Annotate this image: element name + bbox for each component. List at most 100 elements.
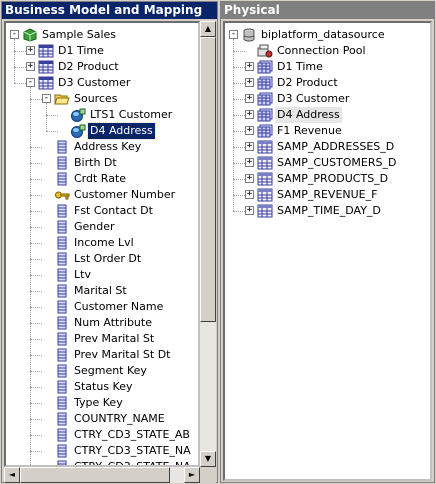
vertical-scroll-thumb[interactable] (200, 37, 216, 322)
business-model-tree-node[interactable]: Customer Name (6, 299, 198, 315)
business-model-tree-node[interactable]: Income Lvl (6, 235, 198, 251)
expand-icon[interactable]: + (245, 78, 254, 87)
collapse-icon[interactable]: - (42, 94, 51, 103)
expand-icon[interactable]: + (245, 126, 254, 135)
physical-tree-node-label[interactable]: SAMP_ADDRESSES_D (275, 139, 396, 155)
horizontal-scrollbar[interactable]: ◄ ► (4, 467, 200, 483)
business-model-tree-node-label[interactable]: Customer Number (72, 187, 177, 203)
business-model-tree-node[interactable]: Lst Order Dt (6, 251, 198, 267)
expand-icon[interactable]: + (245, 206, 254, 215)
business-model-tree-node[interactable]: - D3 Customer (6, 75, 198, 91)
business-model-tree-node-label[interactable]: Status Key (72, 379, 135, 395)
scroll-up-button[interactable]: ▲ (200, 21, 216, 37)
physical-tree-node[interactable]: + D4 Address (225, 107, 430, 123)
physical-tree-node[interactable]: Connection Pool (225, 43, 430, 59)
business-model-tree-node-label[interactable]: CTRY_CD3_STATE_NA (72, 459, 193, 465)
physical-tree-node[interactable]: + SAMP_TIME_DAY_D (225, 203, 430, 219)
physical-tree-node[interactable]: + SAMP_ADDRESSES_D (225, 139, 430, 155)
business-model-tree-node[interactable]: Segment Key (6, 363, 198, 379)
expand-icon[interactable]: + (245, 142, 254, 151)
physical-tree-node-label[interactable]: D3 Customer (275, 91, 351, 107)
business-model-tree[interactable]: - Sample Sales + D1 Time + D2 Product - D3 Cust… (4, 21, 200, 467)
business-model-tree-node[interactable]: CTRY_CD3_STATE_NA (6, 459, 198, 465)
business-model-tree-node[interactable]: Prev Marital St Dt (6, 347, 198, 363)
scroll-left-button[interactable]: ◄ (4, 467, 20, 483)
physical-tree-node-label[interactable]: SAMP_REVENUE_F (275, 187, 379, 203)
business-model-tree-node[interactable]: - Sources (6, 91, 198, 107)
physical-tree-node-label[interactable]: Connection Pool (275, 43, 368, 59)
business-model-tree-node-label[interactable]: Gender (72, 219, 117, 235)
business-model-tree-node[interactable]: + D1 Time (6, 43, 198, 59)
business-model-tree-node-label[interactable]: Marital St (72, 283, 129, 299)
business-model-tree-node[interactable]: - Sample Sales (6, 27, 198, 43)
business-model-tree-node-label[interactable]: Birth Dt (72, 155, 119, 171)
business-model-tree-node-label[interactable]: Income Lvl (72, 235, 136, 251)
business-model-tree-node-label[interactable]: Prev Marital St Dt (72, 347, 173, 363)
business-model-tree-node-label[interactable]: COUNTRY_NAME (72, 411, 167, 427)
physical-tree-node[interactable]: - biplatform_datasource (225, 27, 430, 43)
physical-tree-node[interactable]: + D3 Customer (225, 91, 430, 107)
physical-tree-node[interactable]: + SAMP_CUSTOMERS_D (225, 155, 430, 171)
business-model-tree-node-label[interactable]: Address Key (72, 139, 143, 155)
collapse-icon[interactable]: - (10, 30, 19, 39)
expand-icon[interactable]: + (245, 94, 254, 103)
physical-tree-node-label[interactable]: SAMP_PRODUCTS_D (275, 171, 390, 187)
physical-tree-node-label[interactable]: SAMP_CUSTOMERS_D (275, 155, 398, 171)
physical-tree-node-label[interactable]: biplatform_datasource (259, 27, 387, 43)
business-model-tree-node[interactable]: D4 Address (6, 122, 198, 140)
scroll-down-button[interactable]: ▼ (200, 451, 216, 467)
business-model-tree-node[interactable]: Birth Dt (6, 155, 198, 171)
business-model-tree-node[interactable]: Address Key (6, 139, 198, 155)
business-model-tree-node-label[interactable]: Ltv (72, 267, 93, 283)
physical-tree-node[interactable]: + SAMP_PRODUCTS_D (225, 171, 430, 187)
physical-tree-node[interactable]: + SAMP_REVENUE_F (225, 187, 430, 203)
physical-tree-node[interactable]: + D1 Time (225, 59, 430, 75)
business-model-tree-node[interactable]: CTRY_CD3_STATE_AB (6, 427, 198, 443)
physical-tree-node-label[interactable]: F1 Revenue (275, 123, 344, 139)
business-model-tree-node-label[interactable]: LTS1 Customer (88, 107, 174, 123)
business-model-tree-node-label[interactable]: Prev Marital St (72, 331, 156, 347)
collapse-icon[interactable]: - (229, 30, 238, 39)
business-model-tree-node-label[interactable]: Fst Contact Dt (72, 203, 155, 219)
business-model-tree-node[interactable]: Prev Marital St (6, 331, 198, 347)
business-model-tree-node[interactable]: Marital St (6, 283, 198, 299)
physical-tree-node-label[interactable]: D4 Address (275, 107, 342, 123)
horizontal-scroll-thumb[interactable] (20, 467, 170, 483)
business-model-tree-node[interactable]: Type Key (6, 395, 198, 411)
business-model-tree-node-label[interactable]: Type Key (72, 395, 125, 411)
business-model-tree-node-label[interactable]: Num Attribute (72, 315, 154, 331)
physical-tree-node-label[interactable]: D2 Product (275, 75, 340, 91)
business-model-tree-node-label[interactable]: D2 Product (56, 59, 121, 75)
business-model-tree-node-label[interactable]: Segment Key (72, 363, 149, 379)
physical-tree-node-label[interactable]: D1 Time (275, 59, 325, 75)
business-model-tree-node-label[interactable]: CTRY_CD3_STATE_AB (72, 427, 192, 443)
business-model-tree-node-label[interactable]: Customer Name (72, 299, 165, 315)
business-model-tree-node[interactable]: LTS1 Customer (6, 107, 198, 123)
business-model-tree-node[interactable]: CTRY_CD3_STATE_NA (6, 443, 198, 459)
vertical-scrollbar[interactable]: ▲ ▼ (200, 21, 216, 467)
business-model-tree-node-label[interactable]: D3 Customer (56, 75, 132, 91)
expand-icon[interactable]: + (245, 174, 254, 183)
expand-icon[interactable]: + (245, 158, 254, 167)
collapse-icon[interactable]: - (26, 78, 35, 87)
business-model-tree-node[interactable]: Gender (6, 219, 198, 235)
business-model-tree-node-label[interactable]: Lst Order Dt (72, 251, 143, 267)
physical-tree-node-label[interactable]: SAMP_TIME_DAY_D (275, 203, 383, 219)
business-model-tree-node[interactable]: COUNTRY_NAME (6, 411, 198, 427)
business-model-tree-node[interactable]: Status Key (6, 379, 198, 395)
physical-tree-node[interactable]: + F1 Revenue (225, 123, 430, 139)
expand-icon[interactable]: + (245, 62, 254, 71)
business-model-tree-node-label[interactable]: Sample Sales (40, 27, 118, 43)
business-model-tree-node-label[interactable]: D4 Address (87, 122, 156, 140)
business-model-tree-node-label[interactable]: Sources (72, 91, 120, 107)
business-model-tree-node[interactable]: Customer Number (6, 187, 198, 203)
expand-icon[interactable]: + (26, 46, 35, 55)
business-model-tree-node-label[interactable]: Crdt Rate (72, 171, 128, 187)
scroll-right-button[interactable]: ► (184, 467, 200, 483)
business-model-tree-node-label[interactable]: D1 Time (56, 43, 106, 59)
business-model-tree-node[interactable]: Num Attribute (6, 315, 198, 331)
business-model-tree-node[interactable]: Fst Contact Dt (6, 203, 198, 219)
business-model-tree-node[interactable]: Crdt Rate (6, 171, 198, 187)
expand-icon[interactable]: + (26, 62, 35, 71)
expand-icon[interactable]: + (245, 190, 254, 199)
